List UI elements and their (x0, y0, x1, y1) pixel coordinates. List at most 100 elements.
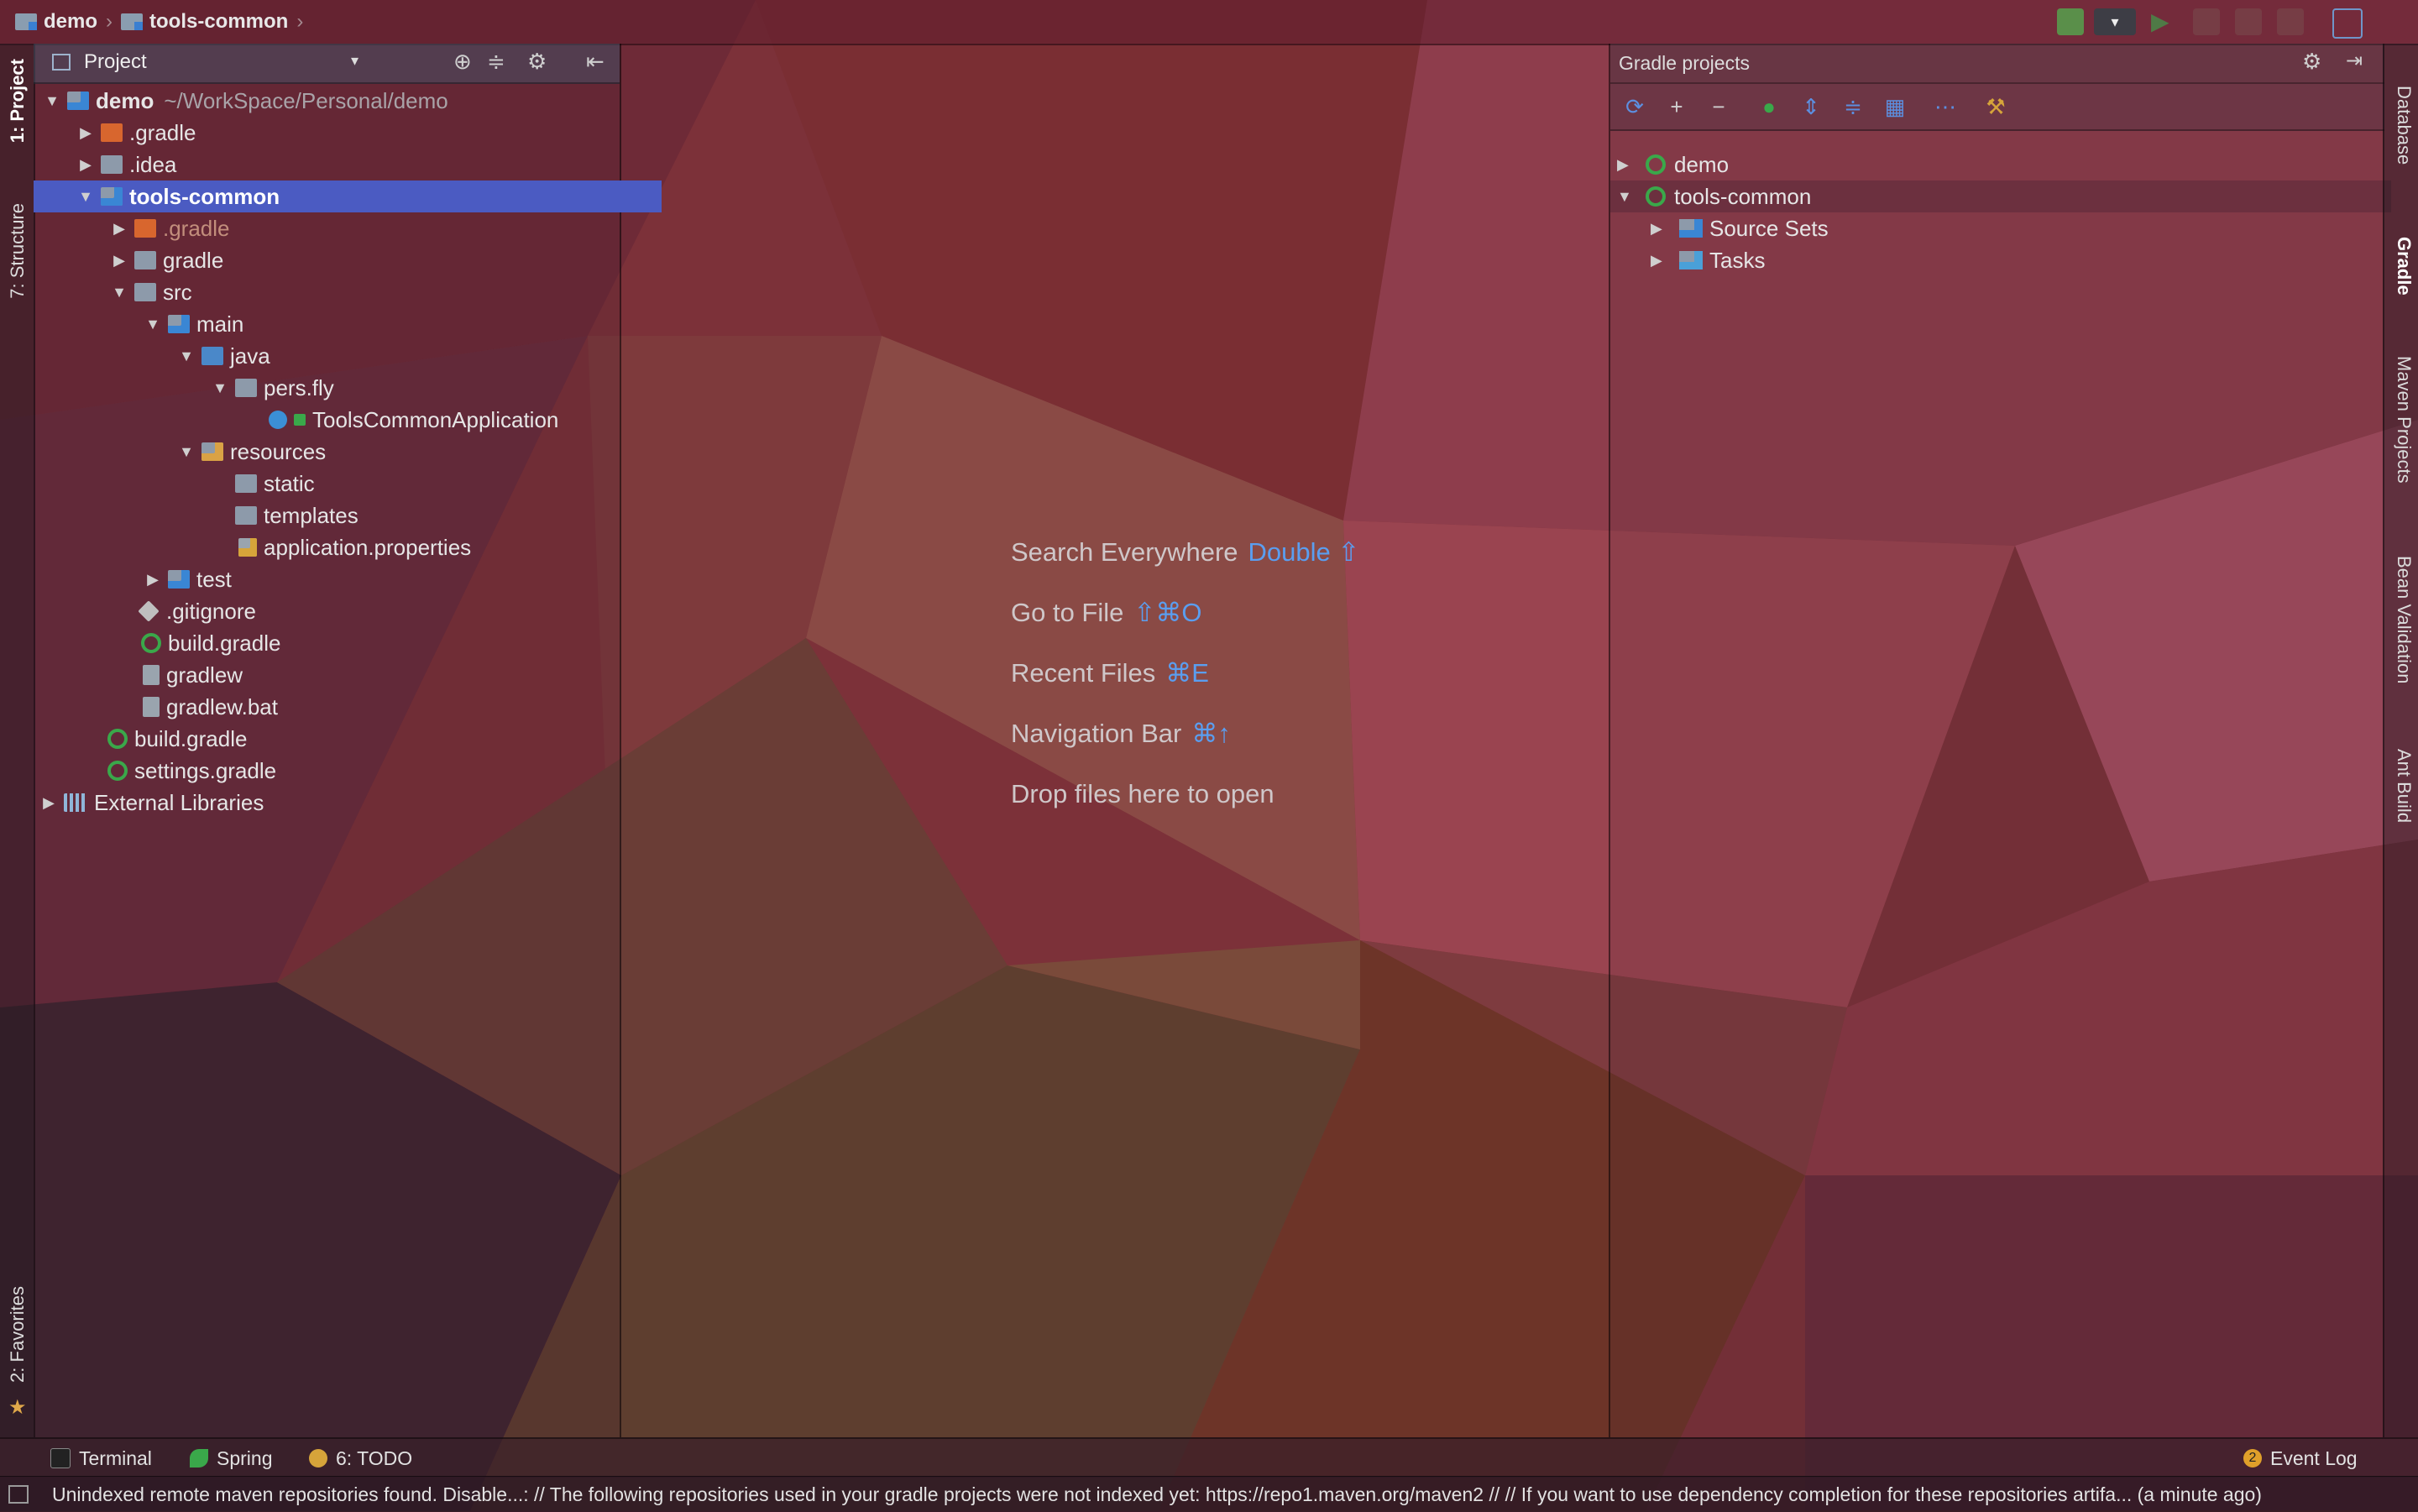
tab-ant-build[interactable]: Ant Build (2393, 749, 2415, 823)
tree-item-tools-common[interactable]: ▼ tools-common (34, 180, 662, 212)
refresh-icon[interactable]: ⟳ (1622, 94, 1647, 119)
source-sets-icon (1679, 219, 1703, 238)
todo-icon (309, 1449, 327, 1468)
tasks-folder-icon (1679, 251, 1703, 269)
hide-panel-icon[interactable]: ⇥ (2346, 49, 2363, 73)
gear-icon[interactable]: ⚙ (527, 49, 547, 75)
gradle-tree-tasks[interactable]: ▶ Tasks (1610, 244, 2418, 276)
test-folder-icon (168, 570, 190, 589)
folder-icon (101, 155, 123, 174)
run-config-icon[interactable] (2057, 8, 2084, 35)
tab-event-log[interactable]: 2 Event Log (2243, 1439, 2358, 1478)
properties-file-icon (238, 538, 257, 557)
tab-bean-validation[interactable]: Bean Validation (2393, 556, 2415, 684)
tree-item-idea[interactable]: ▶ .idea (34, 149, 662, 180)
plus-icon[interactable]: + (1664, 94, 1689, 119)
coverage-icon[interactable] (2235, 8, 2262, 35)
gradle-icon (1646, 154, 1666, 175)
run-config-dropdown[interactable]: ▾ (2094, 8, 2136, 35)
folder-icon (134, 251, 156, 269)
debug-icon[interactable] (2193, 8, 2220, 35)
wrench-icon[interactable]: ⚒ (1983, 94, 2008, 119)
tree-item-gradle-dir[interactable]: ▶ .gradle (34, 117, 662, 149)
star-icon: ★ (8, 1396, 27, 1419)
resources-folder-icon (202, 442, 223, 461)
hint-search-everywhere: Search Everywhere Double ⇧ (1011, 537, 1360, 567)
tab-gradle[interactable]: Gradle (2393, 237, 2415, 296)
tab-structure[interactable]: 7: Structure (7, 203, 29, 299)
excluded-folder-icon (134, 219, 156, 238)
package-icon (235, 379, 257, 397)
project-structure-icon[interactable] (2332, 8, 2363, 39)
module-folder-icon (67, 92, 89, 110)
folder-icon (235, 506, 257, 525)
project-tool-window: Project ▾ ⊕ ≑ ⚙ ⇤ ▼ demo ~/WorkSpace/Pers… (34, 44, 662, 1437)
gradle-icon (107, 729, 128, 749)
gradle-toolbar: ⟳ + − ● ⇕ ≑ ▦ ⋯ ⚒ (1610, 84, 2384, 131)
breadcrumb-tools-common[interactable]: tools-common › (121, 0, 303, 44)
locate-icon[interactable]: ⊕ (453, 49, 472, 75)
java-class-icon (269, 411, 287, 429)
status-message[interactable]: Unindexed remote maven repositories foun… (52, 1477, 2262, 1512)
tree-item-demo[interactable]: ▼ demo ~/WorkSpace/Personal/demo (34, 85, 628, 117)
gradle-tree-demo[interactable]: ▶ demo (1610, 149, 2391, 180)
tree-item-external-libraries[interactable]: ▶ External Libraries (34, 787, 625, 819)
minus-icon[interactable]: − (1706, 94, 1731, 119)
module-folder-icon (121, 13, 143, 30)
navigation-bar: demo › tools-common › ▾ ▶ (0, 0, 2418, 45)
gradle-tool-window: Gradle projects ⚙ ⇥ ⟳ + − ● ⇕ ≑ ▦ ⋯ ⚒ ▶ … (1609, 44, 2391, 1437)
module-folder-icon (15, 13, 37, 30)
link-icon[interactable]: ⋯ (1933, 94, 1958, 119)
collapse-all-icon[interactable]: ≑ (487, 49, 505, 75)
left-tool-strip: 1: Project 7: Structure 2: Favorites ★ (0, 44, 35, 1437)
gradle-execute-icon[interactable]: ● (1756, 94, 1782, 119)
tab-terminal[interactable]: Terminal (50, 1439, 152, 1478)
tab-todo[interactable]: 6: TODO (309, 1439, 412, 1478)
expand-all-icon[interactable]: ⇕ (1798, 94, 1824, 119)
hide-panel-icon[interactable]: ⇤ (586, 49, 604, 75)
excluded-folder-icon (101, 123, 123, 142)
status-bar: Unindexed remote maven repositories foun… (0, 1476, 2418, 1512)
gradle-panel-header: Gradle projects ⚙ ⇥ (1610, 44, 2384, 84)
git-icon (138, 600, 160, 622)
gradle-icon (1646, 186, 1666, 207)
folder-icon (235, 474, 257, 493)
gradle-tree-source-sets[interactable]: ▶ Source Sets (1610, 212, 2418, 244)
hint-go-to-file: Go to File ⇧⌘O (1011, 598, 1202, 627)
tab-project[interactable]: 1: Project (7, 59, 29, 143)
tree-item-module-gradle-dir[interactable]: ▶ .gradle (34, 212, 695, 244)
stop-icon[interactable] (2277, 8, 2304, 35)
tree-item-gitignore[interactable]: .gitignore (34, 595, 724, 627)
file-icon (143, 665, 160, 685)
project-view-icon (52, 54, 71, 71)
chevron-down-icon[interactable]: ▾ (351, 52, 359, 70)
tool-windows-toggle-icon[interactable] (8, 1485, 29, 1504)
tab-favorites[interactable]: 2: Favorites (7, 1286, 29, 1383)
gradle-panel-title: Gradle projects (1619, 52, 1750, 74)
hint-recent-files: Recent Files ⌘E (1011, 658, 1209, 688)
gradle-tree-tools-common[interactable]: ▼ tools-common (1610, 180, 2391, 212)
gear-icon[interactable]: ⚙ (2302, 49, 2321, 75)
tab-spring[interactable]: Spring (190, 1439, 272, 1478)
tree-item-gradle[interactable]: ▶ gradle (34, 244, 695, 276)
libraries-icon (64, 793, 87, 812)
file-icon (143, 697, 160, 717)
run-icon[interactable]: ▶ (2151, 8, 2178, 35)
project-view-label[interactable]: Project (84, 50, 147, 74)
tree-item-src[interactable]: ▼ src (34, 276, 695, 308)
tab-database[interactable]: Database (2393, 86, 2415, 165)
gradle-icon (141, 633, 161, 653)
spring-leaf-icon (190, 1449, 208, 1468)
breadcrumb-demo[interactable]: demo › (15, 0, 113, 44)
collapse-all-icon[interactable]: ≑ (1840, 94, 1866, 119)
tab-maven-projects[interactable]: Maven Projects (2393, 356, 2415, 484)
module-folder-icon (101, 187, 123, 206)
group-icon[interactable]: ▦ (1882, 94, 1908, 119)
tree-item-build-gradle[interactable]: build.gradle (34, 723, 693, 755)
right-tool-strip: Database Gradle Maven Projects Bean Vali… (2383, 44, 2418, 1437)
bottom-tool-tabs: Terminal Spring 6: TODO 2 Event Log (0, 1437, 2418, 1478)
gradle-icon (107, 761, 128, 781)
terminal-icon (50, 1448, 71, 1468)
editor-area: Search Everywhere Double ⇧ Go to File ⇧⌘O … (621, 44, 1609, 1437)
tree-item-settings-gradle[interactable]: settings.gradle (34, 755, 693, 787)
